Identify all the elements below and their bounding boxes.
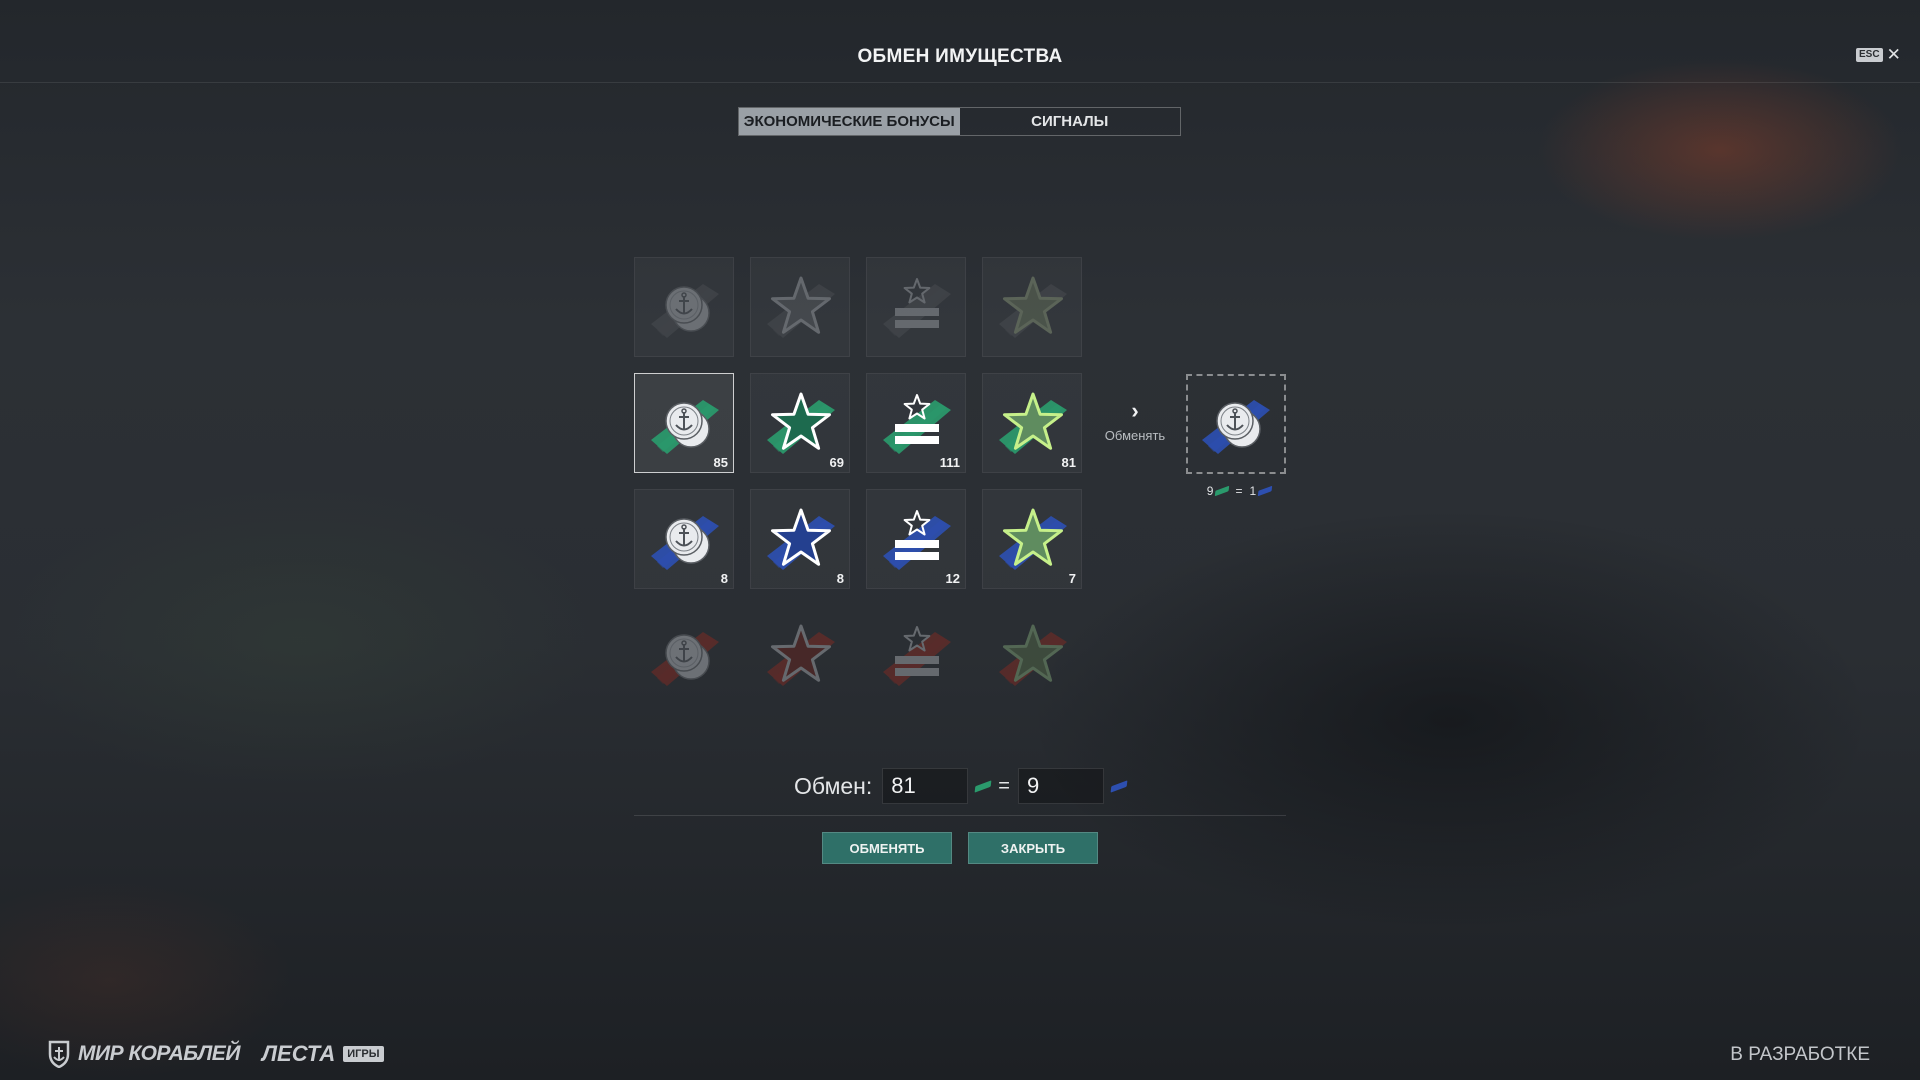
bonus-cell-red-credits-anchor[interactable]	[634, 605, 734, 705]
page-title: ОБМЕН ИМУЩЕСТВА	[857, 46, 1063, 67]
green-swatch-icon	[974, 779, 992, 793]
item-count: 8	[720, 571, 728, 586]
bonus-cell-grey-green-star[interactable]	[982, 257, 1082, 357]
credits-anchor-icon	[1202, 400, 1270, 454]
chevron-right-icon: ›	[1131, 398, 1139, 423]
publisher-logo-badge: ИГРЫ	[343, 1046, 384, 1062]
exchange-label: Обмен:	[794, 772, 873, 799]
green-star-icon	[999, 276, 1067, 338]
star-icon	[767, 624, 835, 686]
bonus-cell-green-credits-anchor[interactable]: 85	[634, 373, 734, 473]
exchange-row: Обмен: =	[0, 768, 1920, 804]
star-icon	[767, 276, 835, 338]
header-bar: ОБМЕН ИМУЩЕСТВА ESC ✕	[0, 0, 1920, 83]
divider	[634, 815, 1286, 816]
bonus-cell-red-green-star[interactable]	[982, 605, 1082, 705]
rate-equals: =	[1235, 484, 1243, 498]
blue-swatch-icon	[1110, 779, 1128, 793]
credits-anchor-icon	[651, 284, 719, 338]
exchange-from-input[interactable]	[882, 768, 969, 804]
bonus-cell-grey-commander-xp-star[interactable]	[866, 257, 966, 357]
exchange-arrow-label: Обменять	[1104, 428, 1166, 443]
item-count: 85	[713, 455, 728, 470]
bonus-cell-blue-commander-xp-star[interactable]: 12	[866, 489, 966, 589]
exchange-equals: =	[998, 774, 1010, 797]
item-count: 12	[945, 571, 960, 586]
rate-to: 1	[1249, 484, 1257, 498]
bonus-cell-grey-credits-anchor[interactable]	[634, 257, 734, 357]
exchange-button[interactable]: ОБМЕНЯТЬ	[822, 832, 952, 864]
exchange-to-input[interactable]	[1017, 768, 1104, 804]
item-count: 8	[836, 571, 844, 586]
blue-swatch-icon	[1257, 485, 1273, 497]
bonus-cell-grey-star[interactable]	[750, 257, 850, 357]
bonus-cell-blue-star[interactable]: 8	[750, 489, 850, 589]
footer-logos: МИР КОРАБЛЕЙ ЛЕСТА ИГРЫ	[48, 1040, 384, 1068]
target-slot[interactable]	[1186, 374, 1286, 474]
shield-icon	[48, 1040, 70, 1068]
item-count: 111	[939, 455, 960, 470]
item-count: 81	[1061, 455, 1076, 470]
green-star-icon	[999, 624, 1067, 686]
bonus-cell-green-green-star[interactable]: 81	[982, 373, 1082, 473]
tab-signals[interactable]: СИГНАЛЫ	[960, 108, 1181, 135]
bonus-cell-green-commander-xp-star[interactable]: 111	[866, 373, 966, 473]
close-icon[interactable]: ✕	[1887, 46, 1901, 63]
bonus-cell-red-star[interactable]	[750, 605, 850, 705]
credits-anchor-icon	[651, 632, 719, 686]
close-button-bottom[interactable]: ЗАКРЫТЬ	[968, 832, 1098, 864]
tab-economic-bonuses[interactable]: ЭКОНОМИЧЕСКИЕ БОНУСЫ	[739, 108, 960, 135]
bonus-cell-red-commander-xp-star[interactable]	[866, 605, 966, 705]
tab-bar: ЭКОНОМИЧЕСКИЕ БОНУСЫ СИГНАЛЫ	[738, 107, 1181, 136]
game-logo-text: МИР КОРАБЛЕЙ	[78, 1042, 240, 1065]
esc-key-badge: ESC	[1856, 48, 1883, 62]
rate-from: 9	[1206, 484, 1214, 498]
close-button[interactable]: ESC ✕	[1856, 46, 1901, 63]
green-swatch-icon	[1215, 485, 1230, 497]
bonus-cell-green-star[interactable]: 69	[750, 373, 850, 473]
commander-xp-star-icon	[883, 278, 951, 338]
item-count: 7	[1068, 571, 1076, 586]
item-count: 69	[829, 455, 844, 470]
commander-xp-star-icon	[883, 626, 951, 686]
bonus-cell-blue-credits-anchor[interactable]: 8	[634, 489, 734, 589]
exchange-rate: 9 = 1	[1194, 484, 1284, 498]
dev-status: В РАЗРАБОТКЕ	[1730, 1044, 1870, 1065]
bonus-cell-blue-green-star[interactable]: 7	[982, 489, 1082, 589]
publisher-logo-text: ЛЕСТА	[261, 1041, 336, 1066]
exchange-arrow[interactable]: › Обменять	[1095, 398, 1175, 444]
